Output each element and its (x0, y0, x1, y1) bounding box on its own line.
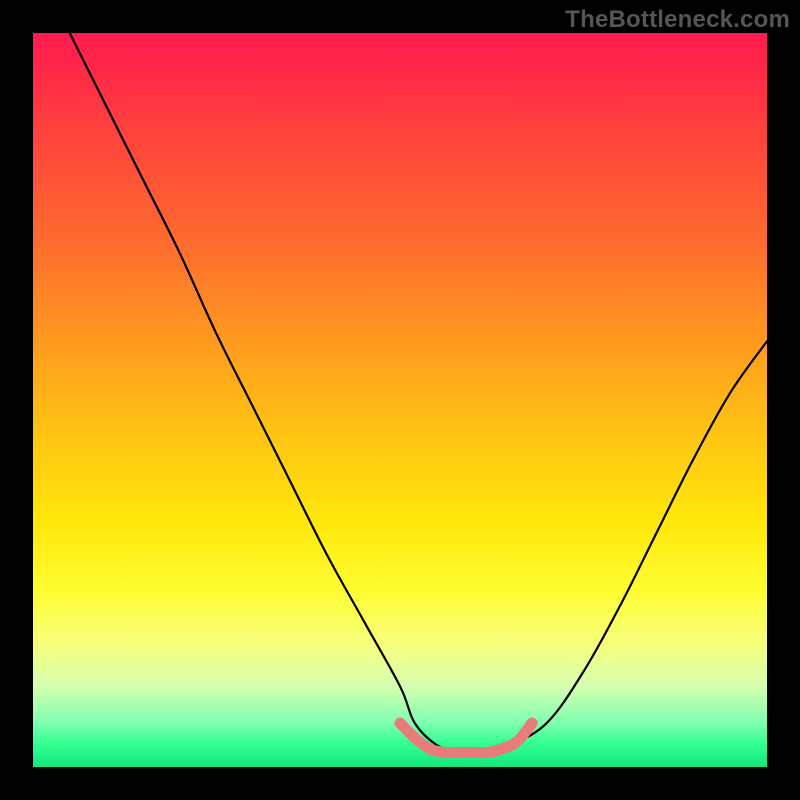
plot-area (33, 33, 767, 767)
bottleneck-curve (70, 33, 767, 753)
curve-layer (33, 33, 767, 767)
optimal-zone-marker (400, 723, 532, 753)
chart-frame: TheBottleneck.com (0, 0, 800, 800)
watermark-text: TheBottleneck.com (565, 6, 790, 34)
